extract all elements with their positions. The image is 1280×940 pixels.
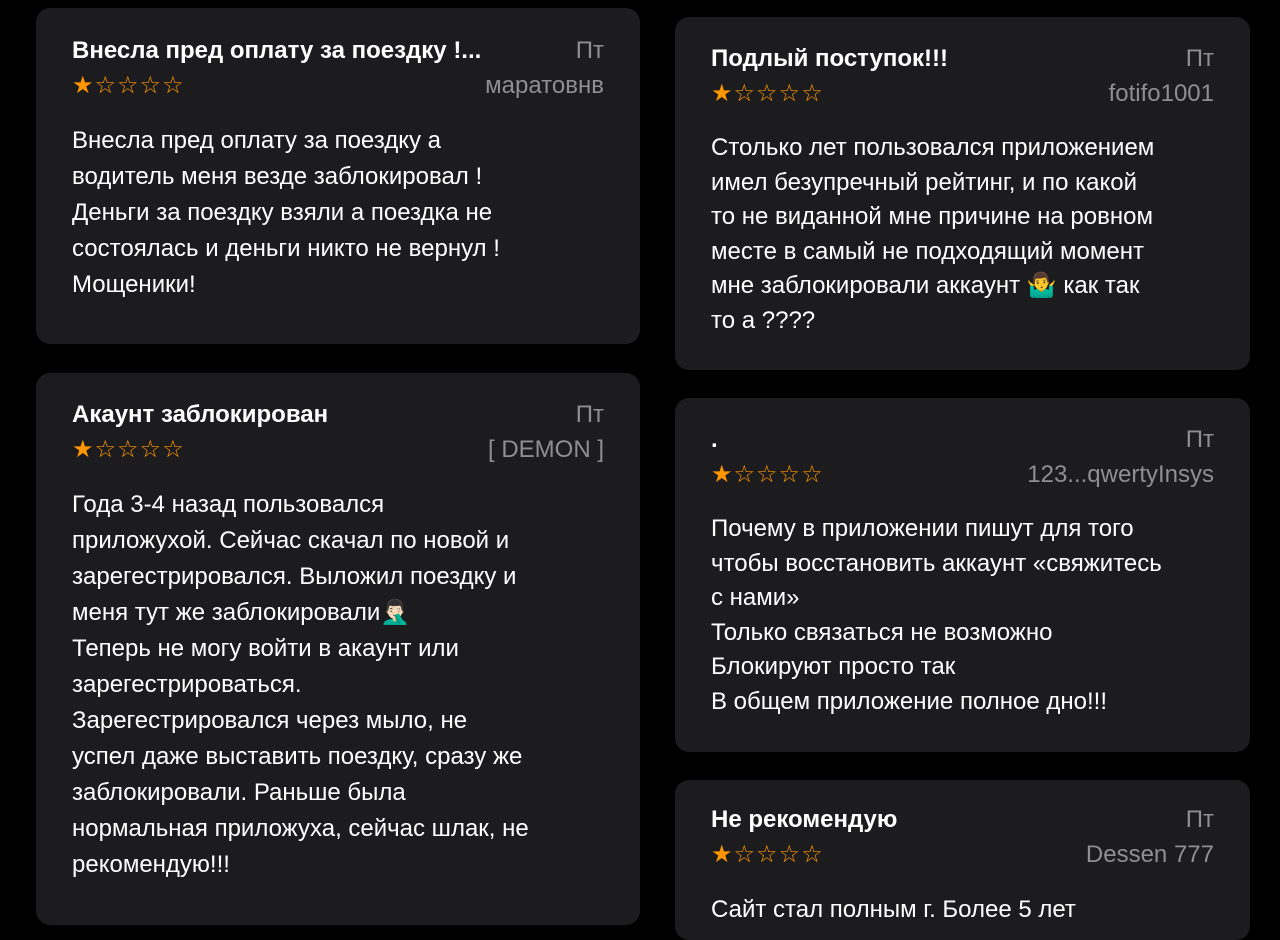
- review-title: .: [711, 426, 718, 453]
- star-empty-icon: ☆: [162, 72, 184, 99]
- star-empty-icon: ☆: [117, 436, 139, 463]
- review-card[interactable]: Внесла пред оплату за поездку !... Пт ★ ☆…: [36, 8, 640, 344]
- star-filled-icon: ★: [72, 436, 94, 463]
- star-empty-icon: ☆: [778, 841, 801, 868]
- review-date: Пт: [575, 37, 604, 64]
- star-rating: ★ ☆ ☆ ☆ ☆: [72, 438, 184, 462]
- star-empty-icon: ☆: [801, 461, 823, 488]
- review-date: Пт: [1185, 806, 1214, 833]
- star-rating: ★ ☆ ☆ ☆ ☆: [711, 843, 823, 867]
- review-author: 123...qwertyInsys: [1027, 461, 1214, 488]
- review-body: Внесла пред оплату за поездку а водитель…: [72, 127, 500, 298]
- review-meta: ★ ☆ ☆ ☆ ☆ fotifo1001: [711, 77, 1214, 111]
- star-filled-icon: ★: [711, 461, 733, 488]
- star-rating: ★ ☆ ☆ ☆ ☆: [711, 82, 823, 106]
- star-filled-icon: ★: [711, 80, 733, 107]
- review-body: Года 3-4 назад пользовался приложухой. С…: [72, 491, 529, 878]
- review-body: Столько лет пользовался приложением имел…: [711, 134, 1155, 334]
- star-empty-icon: ☆: [733, 80, 756, 107]
- review-meta: ★ ☆ ☆ ☆ ☆ Dessen 777: [711, 838, 1214, 872]
- star-empty-icon: ☆: [94, 436, 117, 463]
- star-empty-icon: ☆: [778, 461, 801, 488]
- review-header: Не рекомендую Пт: [711, 780, 1214, 834]
- review-body: Сайт стал полным г. Более 5 лет: [711, 896, 1076, 923]
- star-rating: ★ ☆ ☆ ☆ ☆: [72, 74, 184, 98]
- star-empty-icon: ☆: [756, 841, 778, 868]
- star-filled-icon: ★: [72, 72, 94, 99]
- star-filled-icon: ★: [711, 841, 733, 868]
- review-header: Акаунт заблокирован Пт: [72, 373, 604, 429]
- star-empty-icon: ☆: [117, 72, 139, 99]
- review-header: Подлый поступок!!! Пт: [711, 17, 1214, 73]
- star-empty-icon: ☆: [756, 461, 778, 488]
- star-empty-icon: ☆: [801, 80, 823, 107]
- star-rating: ★ ☆ ☆ ☆ ☆: [711, 463, 823, 487]
- review-title: Подлый поступок!!!: [711, 45, 949, 72]
- star-empty-icon: ☆: [94, 72, 117, 99]
- review-author: [ DEMON ]: [487, 436, 604, 463]
- review-date: Пт: [575, 401, 604, 428]
- review-title: Не рекомендую: [711, 806, 898, 833]
- star-empty-icon: ☆: [756, 80, 778, 107]
- review-meta: ★ ☆ ☆ ☆ ☆ маратовнв: [72, 69, 604, 103]
- star-empty-icon: ☆: [162, 436, 184, 463]
- review-card[interactable]: Подлый поступок!!! Пт ★ ☆ ☆ ☆ ☆ fotifo1001 С…: [675, 17, 1250, 370]
- review-header: . Пт: [711, 398, 1214, 454]
- star-empty-icon: ☆: [778, 80, 801, 107]
- star-empty-icon: ☆: [139, 436, 162, 463]
- star-empty-icon: ☆: [733, 841, 756, 868]
- star-empty-icon: ☆: [733, 461, 756, 488]
- review-card[interactable]: . Пт ★ ☆ ☆ ☆ ☆ 123...qwertyInsys Почему в пр…: [675, 398, 1250, 752]
- review-title: Внесла пред оплату за поездку !...: [72, 37, 482, 64]
- review-date: Пт: [1185, 45, 1214, 72]
- review-meta: ★ ☆ ☆ ☆ ☆ [ DEMON ]: [72, 433, 604, 467]
- review-header: Внесла пред оплату за поездку !... Пт: [72, 8, 604, 65]
- review-title: Акаунт заблокирован: [72, 401, 329, 428]
- review-card[interactable]: Акаунт заблокирован Пт ★ ☆ ☆ ☆ ☆ [ DEMON ] Г…: [36, 373, 640, 925]
- star-empty-icon: ☆: [139, 72, 162, 99]
- review-card[interactable]: Не рекомендую Пт ★ ☆ ☆ ☆ ☆ Dessen 777 Сайт с…: [675, 780, 1250, 940]
- review-author: fotifo1001: [1108, 80, 1214, 107]
- review-meta: ★ ☆ ☆ ☆ ☆ 123...qwertyInsys: [711, 458, 1214, 492]
- review-body: Почему в приложении пишут для того чтобы…: [711, 515, 1162, 715]
- review-date: Пт: [1185, 426, 1214, 453]
- star-empty-icon: ☆: [801, 841, 823, 868]
- review-author: маратовнв: [485, 72, 604, 99]
- review-author: Dessen 777: [1085, 841, 1214, 868]
